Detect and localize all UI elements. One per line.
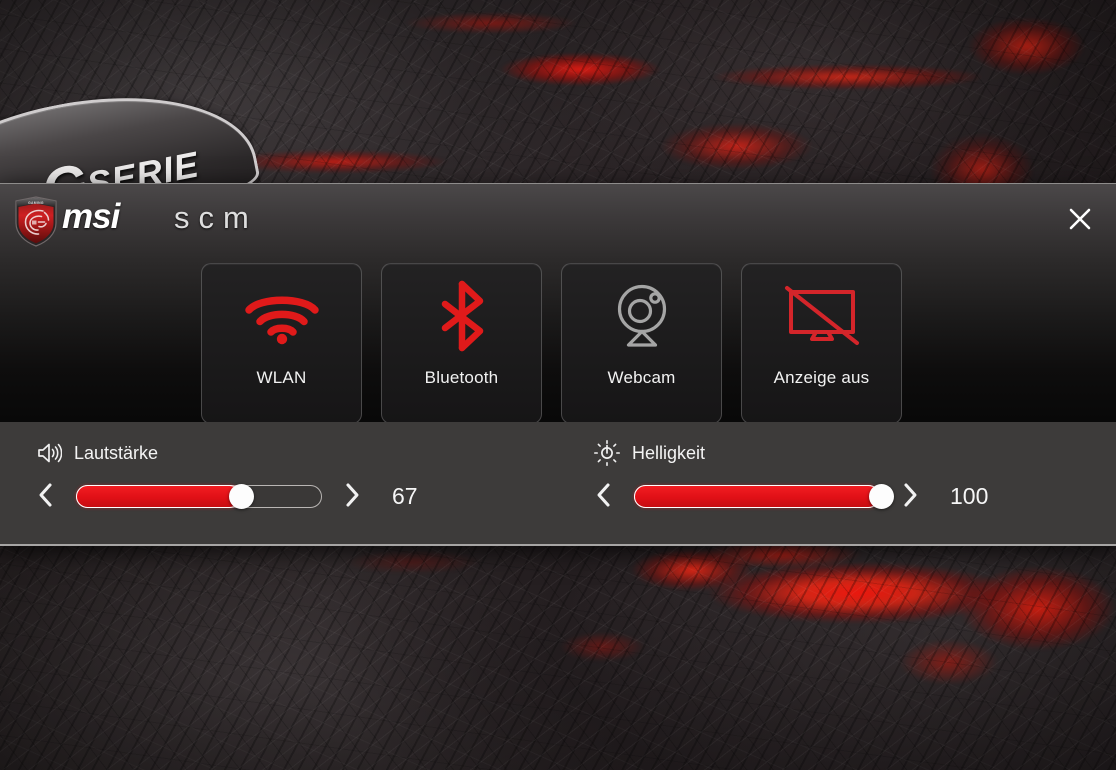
tile-wlan[interactable]: WLAN: [201, 263, 362, 424]
webcam-icon: [562, 264, 721, 368]
volume-value: 67: [392, 483, 418, 509]
volume-label: Lautstärke: [74, 443, 159, 463]
brightness-increase-button[interactable]: [894, 478, 926, 514]
bluetooth-icon: [382, 264, 541, 368]
quick-toggle-tiles: WLAN Bluetooth Webcam Anzeige aus: [201, 263, 902, 424]
tile-display-off[interactable]: Anzeige aus: [741, 263, 902, 424]
svg-text:GAMING: GAMING: [28, 201, 44, 205]
brand-msi-text: msi: [62, 197, 120, 236]
brightness-value: 100: [950, 483, 989, 509]
slider-group-brightness: Helligkeit 100: [558, 422, 1116, 544]
msi-scm-panel: GAMING msi scm WLAN Bluetooth Webcam Anz…: [0, 183, 1116, 546]
brand-scm-text: scm: [174, 200, 258, 235]
panel-header: GAMING msi scm: [0, 184, 1116, 256]
chevron-left-icon: [595, 482, 613, 511]
tile-label-display-off: Anzeige aus: [773, 368, 870, 387]
slider-group-volume: Lautstärke 67: [0, 422, 558, 544]
tile-label-wlan: WLAN: [256, 368, 307, 387]
volume-header: Lautstärke: [36, 440, 158, 466]
volume-decrease-button[interactable]: [30, 478, 62, 514]
panel-slider-section: Lautstärke 67 Helligkeit 100: [0, 422, 1116, 544]
volume-slider-thumb[interactable]: [229, 483, 255, 509]
brightness-slider-row: 100: [588, 478, 1006, 514]
wifi-icon: [202, 264, 361, 368]
panel-top-section: GAMING msi scm WLAN Bluetooth Webcam Anz…: [0, 184, 1116, 424]
brightness-label: Helligkeit: [632, 443, 706, 463]
brightness-sun-icon: [594, 440, 620, 466]
tile-label-webcam: Webcam: [607, 368, 676, 387]
volume-slider-track[interactable]: [76, 483, 322, 509]
volume-slider-fill: [76, 484, 241, 508]
brightness-header: Helligkeit: [594, 440, 705, 466]
brightness-slider-fill: [634, 484, 880, 508]
tile-bluetooth[interactable]: Bluetooth: [381, 263, 542, 424]
monitor-off-icon: [742, 264, 901, 368]
brightness-slider-track[interactable]: [634, 483, 894, 509]
chevron-right-icon: [343, 482, 361, 511]
msi-dragon-shield-logo: GAMING: [14, 196, 58, 247]
volume-increase-button[interactable]: [336, 478, 368, 514]
brightness-slider-thumb[interactable]: [868, 483, 894, 509]
close-button[interactable]: [1060, 200, 1100, 240]
tile-label-bluetooth: Bluetooth: [424, 368, 499, 387]
chevron-right-icon: [901, 482, 919, 511]
speaker-icon: [36, 440, 62, 466]
brightness-decrease-button[interactable]: [588, 478, 620, 514]
volume-slider-row: 67: [30, 478, 448, 514]
tile-webcam[interactable]: Webcam: [561, 263, 722, 424]
close-icon: [1067, 206, 1093, 235]
chevron-left-icon: [37, 482, 55, 511]
